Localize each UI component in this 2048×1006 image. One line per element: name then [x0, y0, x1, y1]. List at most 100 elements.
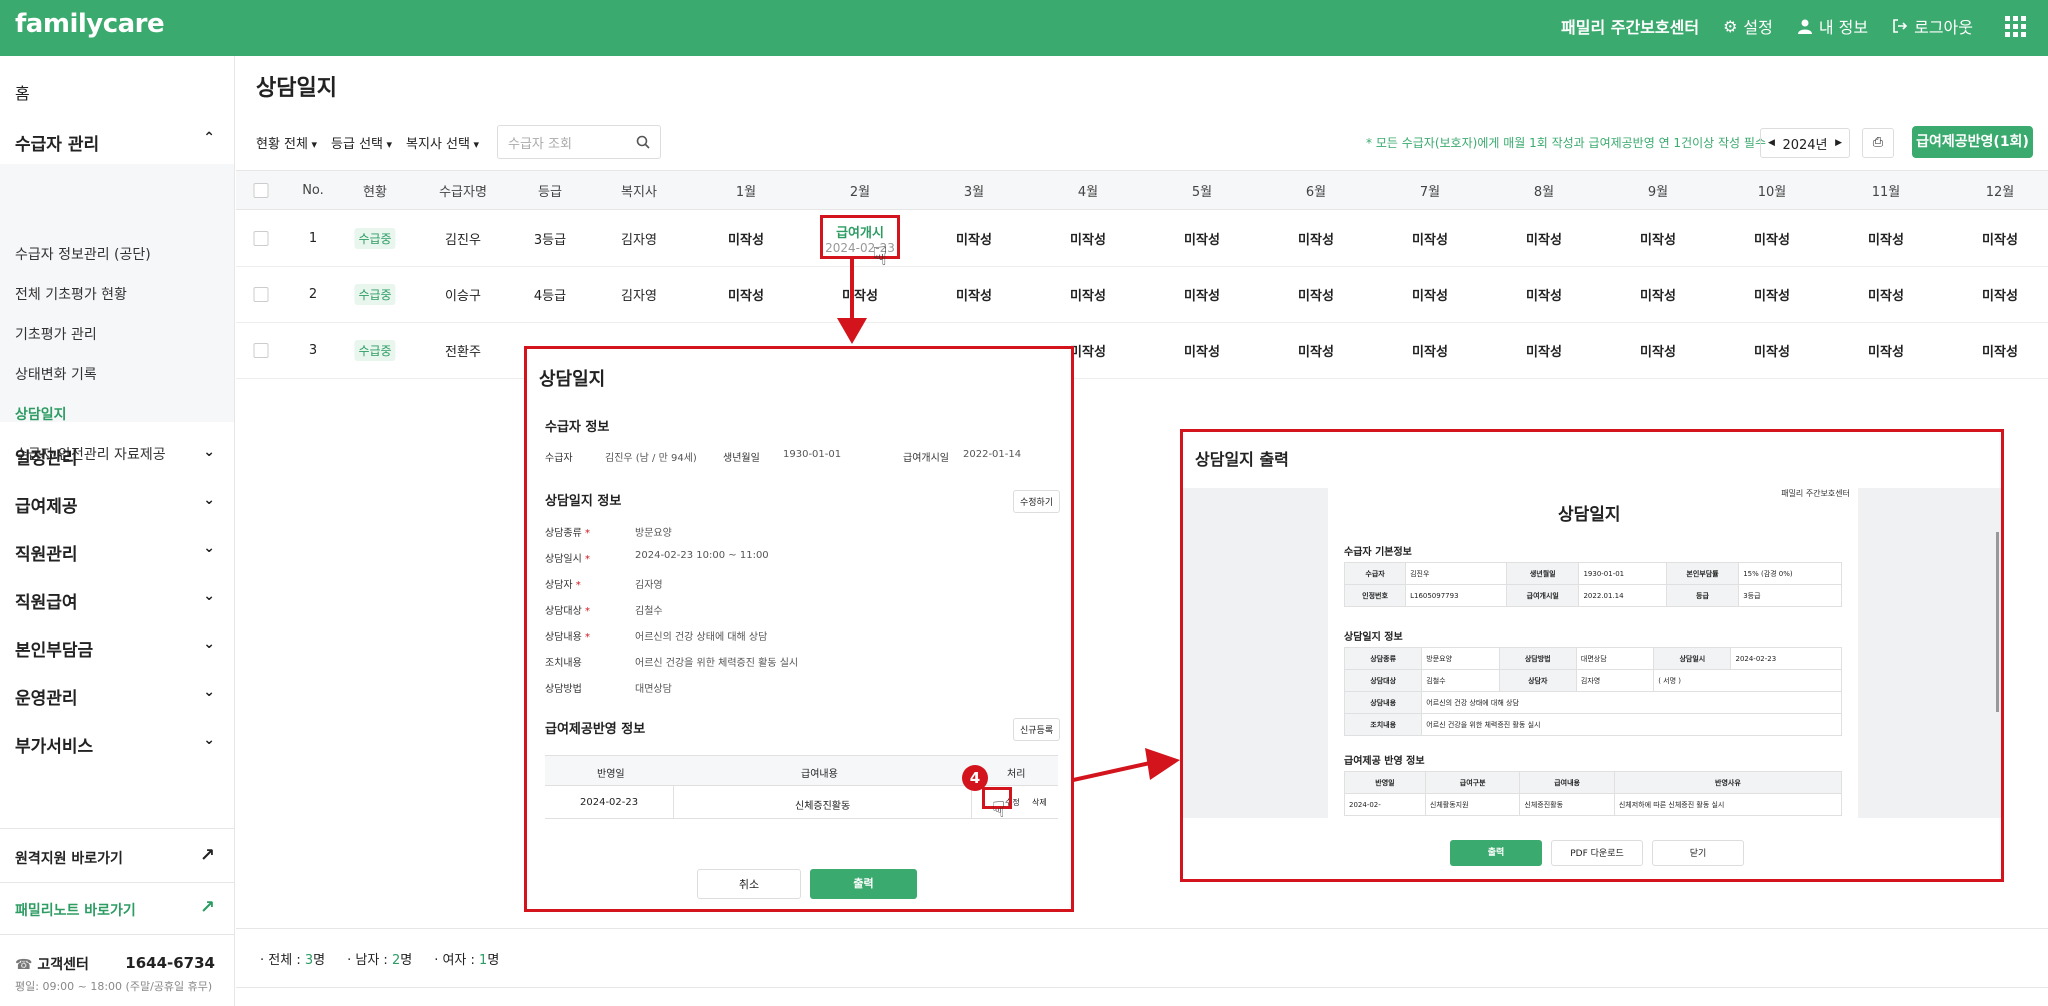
close-button[interactable]: 닫기 — [1652, 840, 1744, 866]
sidebar-item-basic-eval-status[interactable]: 전체 기초평가 현황 — [15, 284, 127, 304]
sidebar-item-status-change[interactable]: 상태변화 기록 — [15, 364, 97, 384]
logo[interactable]: familycare — [15, 9, 165, 39]
familynote-link[interactable]: 패밀리노트 바로가기 ↗ — [15, 897, 215, 920]
month-cell[interactable]: 미작성 — [1184, 323, 1220, 378]
month-cell[interactable]: 미작성 — [1754, 267, 1790, 322]
status-filter-dropdown[interactable]: 현황 전체 — [256, 133, 317, 152]
checkbox[interactable] — [253, 182, 269, 198]
sidebar-item-recipient-info[interactable]: 수급자 정보관리 (공단) — [15, 244, 151, 264]
preview-area[interactable]: 패밀리 주간보호센터 상담일지 수급자 기본정보 수급자 김진우 생년월일 19… — [1183, 488, 2001, 818]
month-cell[interactable]: 미작성 — [1412, 323, 1448, 378]
sidebar-group-staff[interactable]: 직원관리 ⌄ — [15, 540, 215, 565]
delete-row-button[interactable]: 삭제 — [1032, 797, 1047, 808]
field-value: 어르신의 건강 상태에 대해 상담 — [635, 632, 768, 643]
month-cell[interactable]: 미작성 — [1640, 267, 1676, 322]
scrollbar[interactable] — [1996, 532, 1999, 712]
grade-filter-dropdown[interactable]: 등급 선택 — [331, 133, 392, 152]
table-row[interactable]: 2 수급중 이승구 4등급 김자영 미작성 미작성 미작성 미작성 미작성 미작… — [236, 267, 2048, 323]
divider — [0, 828, 234, 829]
col-aug: 8월 — [1533, 184, 1555, 200]
row-checkbox[interactable] — [253, 267, 269, 322]
month-cell[interactable]: 미작성 — [1412, 267, 1448, 322]
divider — [0, 882, 234, 883]
month-cell[interactable]: 미작성 — [1754, 323, 1790, 378]
prev-year-icon[interactable]: ◀ — [1768, 138, 1775, 148]
field-label-text: 상담일시 — [545, 554, 582, 565]
remote-support-link[interactable]: 원격지원 바로가기 ↗ — [15, 845, 215, 868]
month-cell[interactable]: 미작성 — [842, 267, 878, 322]
month-cell[interactable]: 미작성 — [1868, 267, 1904, 322]
month-cell[interactable]: 미작성 — [956, 211, 992, 266]
month-cell[interactable]: 미작성 — [1754, 211, 1790, 266]
month-cell[interactable]: 미작성 — [1070, 211, 1106, 266]
month-cell[interactable]: 미작성 — [1526, 267, 1562, 322]
month-cell[interactable]: 미작성 — [1982, 267, 2018, 322]
sidebar-group-payroll[interactable]: 직원급여 ⌄ — [15, 588, 215, 613]
sidebar-item-basic-eval[interactable]: 기초평가 관리 — [15, 324, 97, 344]
month-cell[interactable]: 미작성 — [1640, 323, 1676, 378]
recipient-search-input[interactable]: 수급자 조회 — [497, 125, 661, 159]
row-checkbox[interactable] — [253, 323, 269, 378]
month-cell[interactable]: 미작성 — [1868, 323, 1904, 378]
month-cell[interactable]: 미작성 — [1982, 323, 2018, 378]
logout-link[interactable]: 로그아웃 — [1892, 14, 1973, 38]
month-cell[interactable]: 미작성 — [1298, 267, 1334, 322]
print-button[interactable]: ⎙ — [1862, 128, 1894, 158]
field-label-text: 상담자 — [545, 580, 573, 591]
sidebar-group-benefit[interactable]: 급여제공 ⌄ — [15, 492, 215, 517]
month-cell[interactable]: 미작성 — [1070, 267, 1106, 322]
sidebar-item-consult-log[interactable]: 상담일지 — [15, 404, 67, 424]
month-cell[interactable]: 미작성 — [1640, 211, 1676, 266]
signature-cell: ( 서명 ) — [1653, 669, 1842, 692]
apply-benefit-button[interactable]: 급여제공반영(1회) — [1912, 126, 2033, 158]
month-cell[interactable]: 미작성 — [1982, 211, 2018, 266]
month-cell[interactable]: 미작성 — [728, 267, 764, 322]
month-cell[interactable]: 미작성 — [1184, 211, 1220, 266]
new-register-button[interactable]: 신규등록 — [1013, 718, 1061, 741]
edit-log-button[interactable]: 수정하기 — [1013, 490, 1061, 513]
month-cell[interactable]: 미작성 — [728, 211, 764, 266]
next-year-icon[interactable]: ▶ — [1835, 138, 1842, 148]
print-button[interactable]: 출력 — [810, 869, 917, 899]
year-selector[interactable]: ◀ 2024년 ▶ — [1760, 128, 1850, 158]
month-cell[interactable]: 미작성 — [1298, 323, 1334, 378]
worker-filter-dropdown[interactable]: 복지사 선택 — [406, 133, 479, 152]
checkbox[interactable] — [253, 343, 269, 358]
settings-link[interactable]: ⚙ 설정 — [1723, 14, 1773, 38]
apps-grid-icon[interactable] — [2005, 15, 2026, 37]
sidebar-group-operation[interactable]: 운영관리 ⌄ — [15, 684, 215, 709]
month-cell[interactable]: 미작성 — [1526, 323, 1562, 378]
select-all-checkbox[interactable] — [253, 171, 269, 209]
month-cell[interactable]: 미작성 — [956, 267, 992, 322]
sidebar-group-addon[interactable]: 부가서비스 ⌄ — [15, 732, 215, 757]
month-cell[interactable]: 미작성 — [1298, 211, 1334, 266]
sidebar-group-recipient[interactable]: 수급자 관리 ⌃ — [15, 130, 215, 155]
support-label: 고객센터 — [37, 957, 89, 973]
pdf-download-button[interactable]: PDF 다운로드 — [1551, 840, 1643, 866]
field-label-text: 상담내용 — [545, 632, 582, 643]
row-checkbox[interactable] — [253, 211, 269, 266]
sidebar-group-copay[interactable]: 본인부담금 ⌄ — [15, 636, 215, 661]
month-cell[interactable]: 미작성 — [1412, 211, 1448, 266]
sidebar-item-home[interactable]: 홈 — [15, 80, 30, 104]
myinfo-link[interactable]: 내 정보 — [1797, 14, 1868, 38]
checkbox[interactable] — [253, 231, 269, 246]
table-row[interactable]: 3 수급중 전환주 미작성 미작성 미작성 미작성 미작성 미작성 미작성 미작… — [236, 323, 2048, 379]
cell: 수급자 — [1343, 562, 1407, 585]
doc-print-button[interactable]: 출력 — [1450, 840, 1542, 866]
checkbox[interactable] — [253, 287, 269, 302]
sidebar-group-schedule[interactable]: 일정관리 ⌄ — [15, 444, 215, 469]
search-icon[interactable] — [636, 135, 650, 149]
month-cell[interactable]: 미작성 — [1868, 211, 1904, 266]
table-row[interactable]: 1 수급중 김진우 3등급 김자영 미작성 급여개시 2024-02-23 미작… — [236, 211, 2048, 267]
month-cell[interactable]: 미작성 — [1526, 211, 1562, 266]
month-cell[interactable]: 미작성 — [1184, 267, 1220, 322]
section-log-info: 상담일지 정보 — [545, 494, 622, 509]
cancel-button[interactable]: 취소 — [697, 869, 801, 899]
sidebar-group-label: 직원급여 — [15, 593, 78, 613]
modal-title: 상담일지 — [539, 369, 606, 390]
step-badge: 4 — [962, 765, 988, 791]
cell: 방문요양 — [1421, 647, 1500, 670]
month-cell[interactable]: 미작성 — [1070, 323, 1106, 378]
col-dec: 12월 — [1985, 184, 2015, 200]
